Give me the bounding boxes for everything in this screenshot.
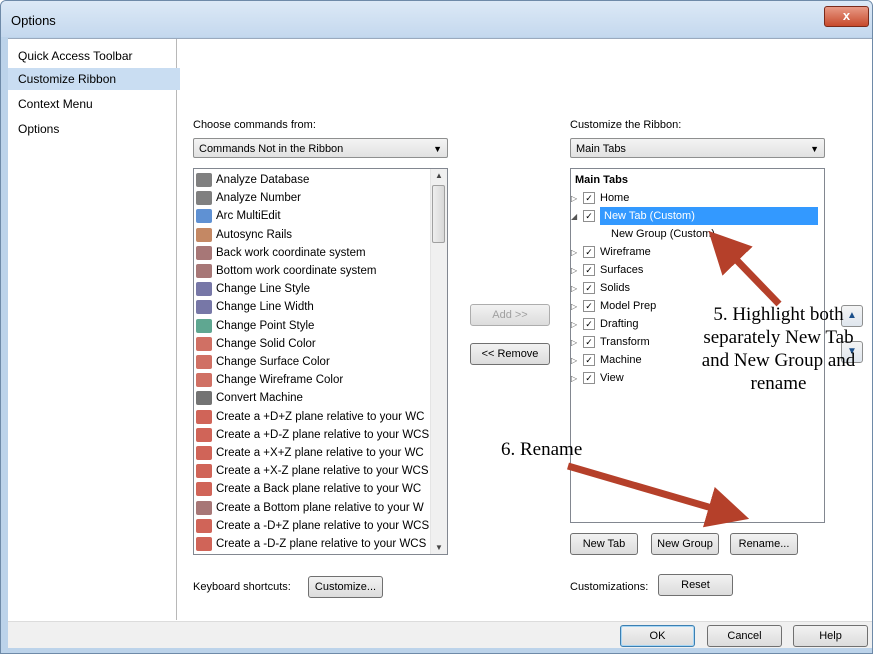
- step5-annotation: 5. Highlight both separately New Tab and…: [701, 304, 856, 394]
- arrow-to-new-group: [708, 230, 782, 307]
- step6-annotation: 6. Rename: [501, 439, 583, 460]
- arrow-to-rename: [567, 462, 750, 528]
- options-window: Options x Quick Access Toolbar Customize…: [0, 0, 873, 654]
